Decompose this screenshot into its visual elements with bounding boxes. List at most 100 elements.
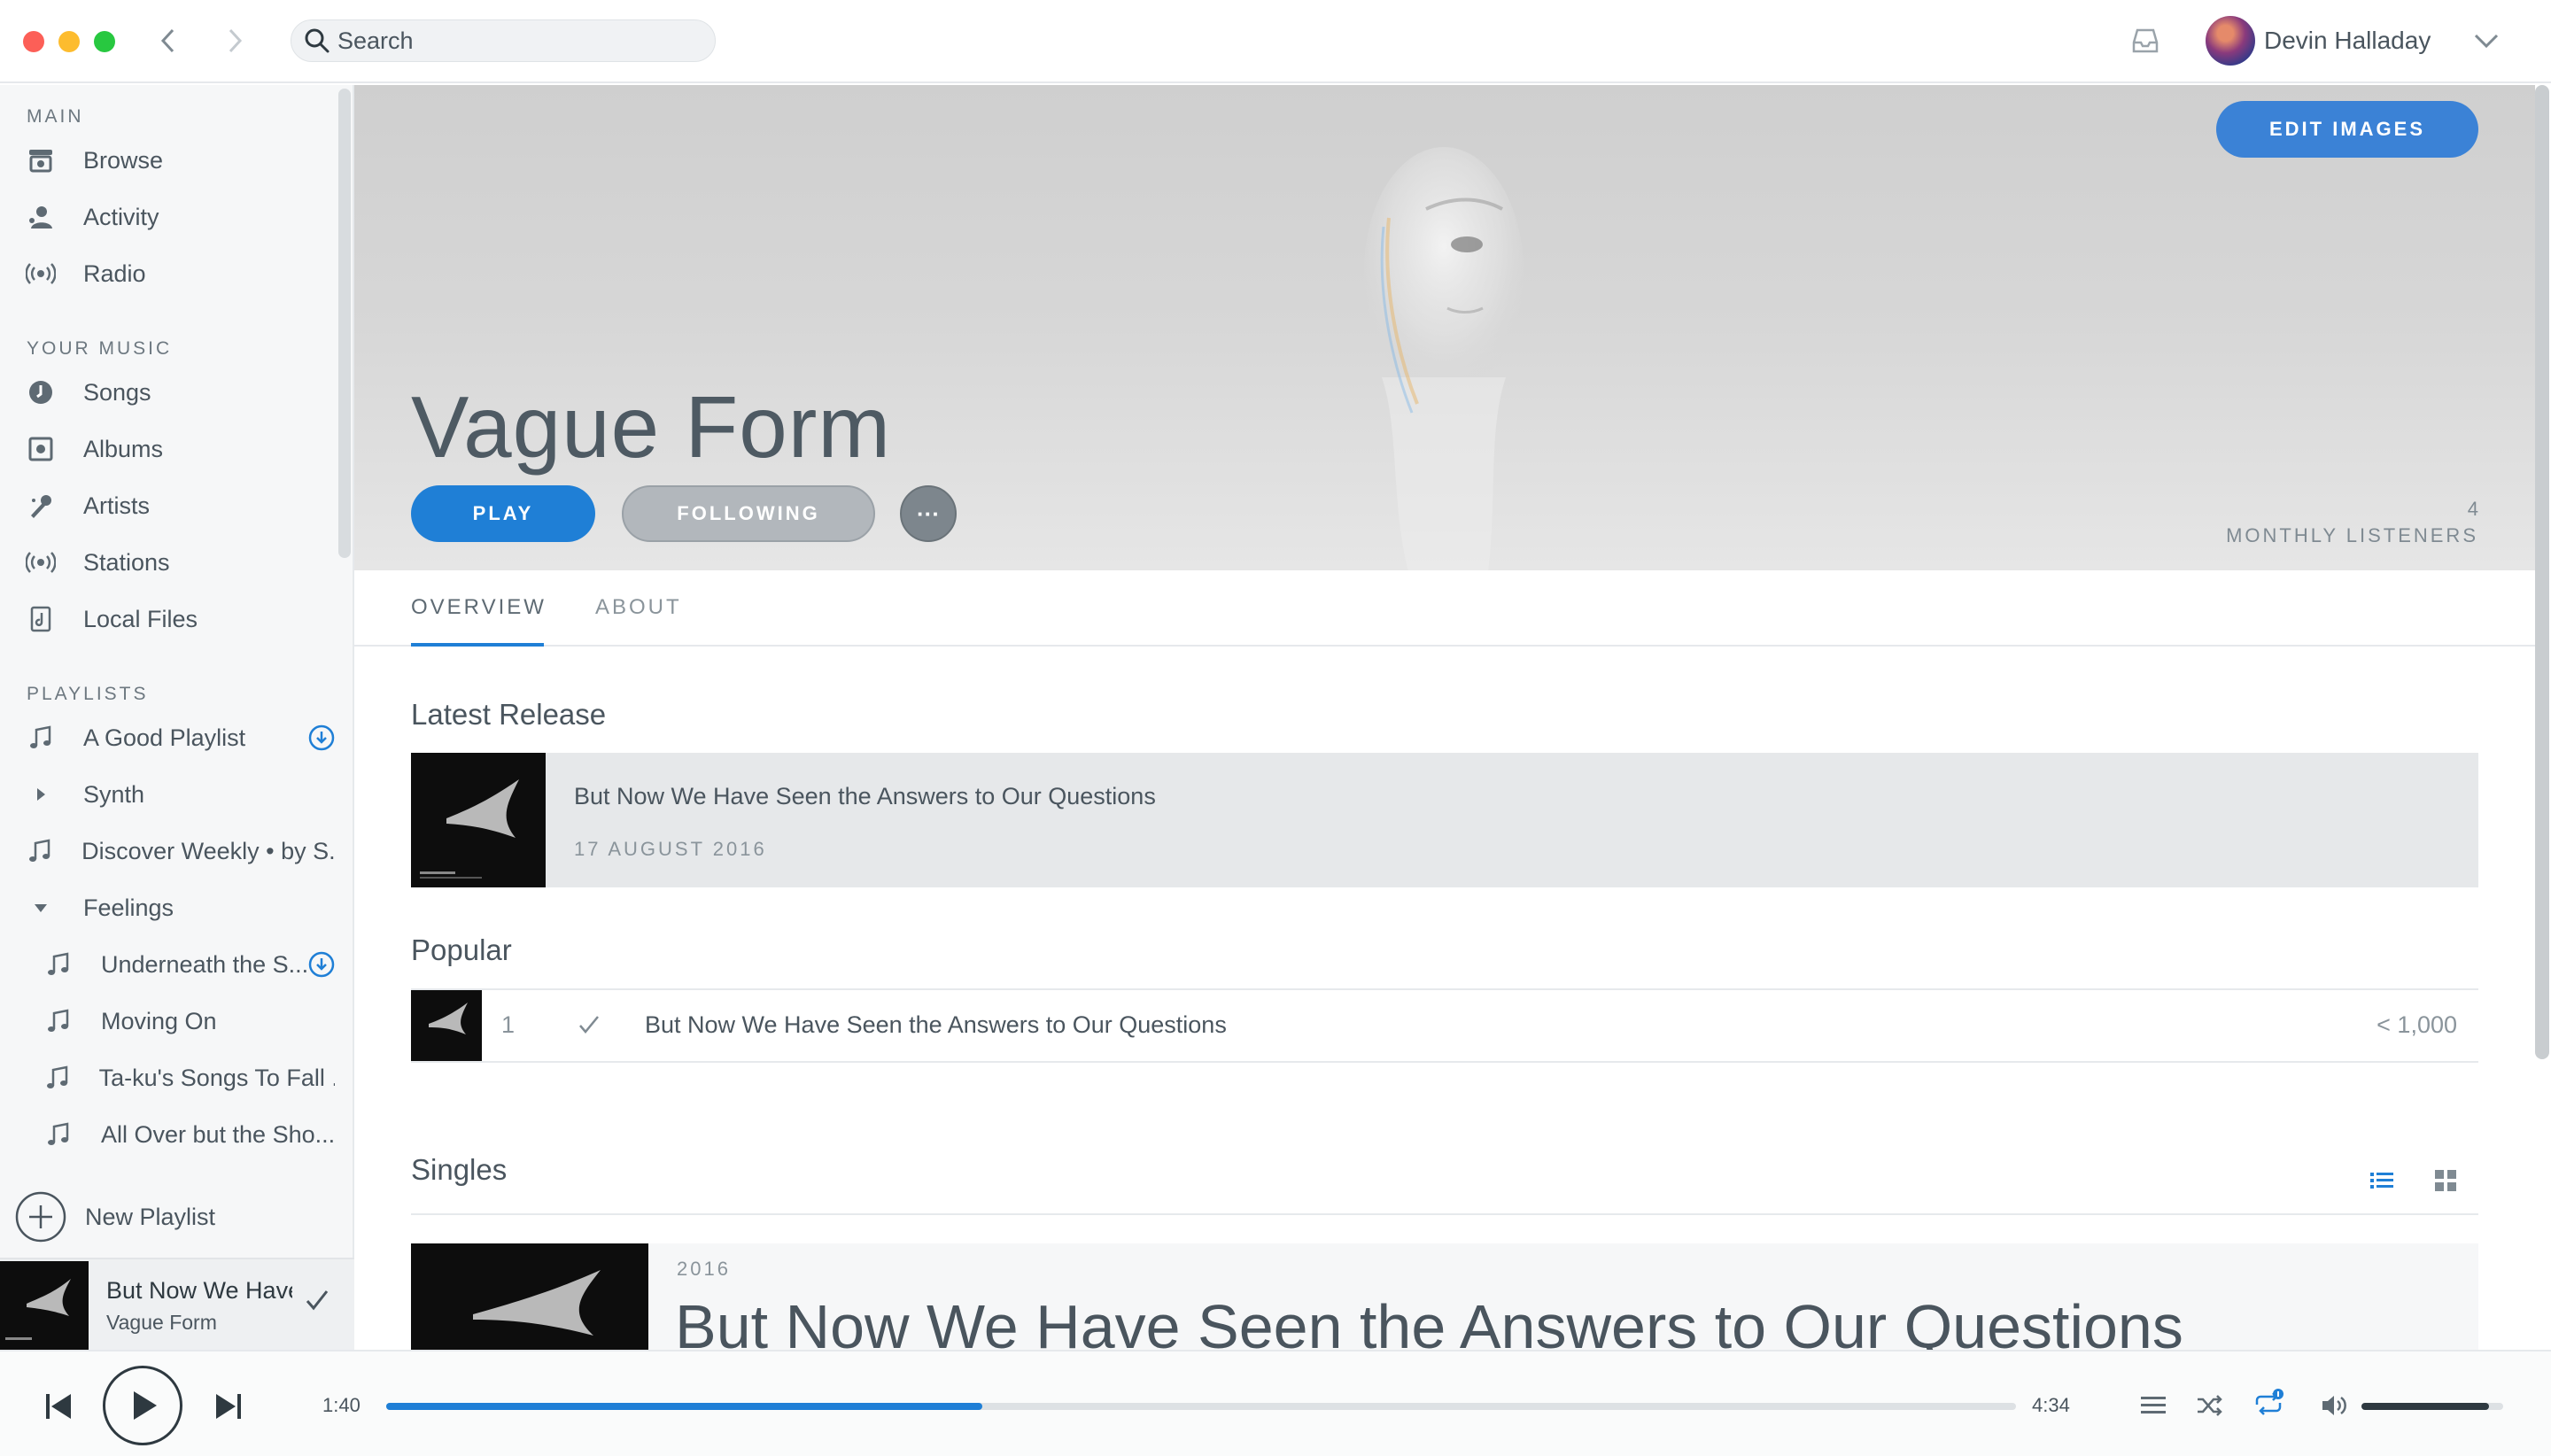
sidebar: MAIN Browse Activity Radio YOUR MUSIC So… [0, 85, 354, 1350]
checkmark-icon[interactable] [576, 1011, 602, 1038]
now-playing-widget[interactable]: But Now We Have Seen the Answers to Our … [0, 1258, 354, 1350]
sidebar-item-activity[interactable]: Activity [25, 195, 335, 239]
play-button[interactable]: PLAY [411, 485, 595, 542]
single-title[interactable]: But Now We Have Seen the Answers to Our … [675, 1291, 2183, 1350]
play-pause-button[interactable] [103, 1366, 182, 1445]
volume-slider[interactable] [2361, 1403, 2503, 1410]
browse-icon [25, 144, 57, 176]
play-icon [134, 1391, 157, 1420]
chevron-down-icon[interactable] [2473, 30, 2500, 51]
sidebar-item-stations[interactable]: Stations [25, 540, 335, 585]
singles-divider [411, 1213, 2478, 1215]
sidebar-item-label: Moving On [101, 1007, 217, 1034]
active-tab-indicator [411, 643, 544, 647]
sidebar-item-label: Songs [83, 378, 151, 406]
track-play-count: < 1,000 [2377, 1011, 2457, 1038]
sidebar-item-browse[interactable]: Browse [25, 138, 335, 182]
radio-icon [25, 258, 57, 290]
sidebar-header-playlists: PLAYLISTS [27, 684, 149, 704]
music-note-icon [43, 1119, 74, 1150]
progress-bar[interactable] [386, 1403, 2016, 1410]
popular-heading: Popular [411, 933, 512, 966]
sidebar-item-folder[interactable]: Synth [25, 772, 335, 817]
tab-about[interactable]: ABOUT [595, 595, 682, 620]
folder-collapsed-icon[interactable] [25, 778, 57, 810]
track-number: 1 [501, 1011, 516, 1038]
sidebar-item-label: Browse [83, 146, 164, 174]
search-input[interactable] [337, 27, 692, 55]
artist-tabs: OVERVIEW ABOUT [354, 570, 2535, 647]
new-playlist-button[interactable]: New Playlist [14, 1189, 351, 1243]
sidebar-item-local-files[interactable]: Local Files [25, 597, 335, 641]
track-row[interactable]: 1 But Now We Have Seen the Answers to Ou… [411, 988, 2478, 1063]
sidebar-item-playlist[interactable]: A Good Playlist [25, 716, 335, 760]
sidebar-item-folder[interactable]: Feelings [25, 886, 335, 930]
now-playing-artist[interactable]: Vague Form [106, 1311, 217, 1335]
search-icon [304, 27, 330, 54]
volume-icon[interactable] [2319, 1390, 2349, 1421]
sidebar-header-main: MAIN [27, 106, 84, 127]
progress-fill [386, 1403, 983, 1410]
following-button[interactable]: FOLLOWING [622, 485, 875, 542]
now-playing-artwork[interactable] [0, 1261, 89, 1350]
forward-button[interactable] [217, 23, 252, 58]
next-track-button[interactable] [211, 1389, 246, 1424]
tab-overview[interactable]: OVERVIEW [411, 595, 547, 620]
repeat-one-icon[interactable] [2252, 1387, 2285, 1421]
avatar[interactable] [2206, 16, 2255, 66]
track-title[interactable]: But Now We Have Seen the Answers to Our … [645, 1011, 1227, 1039]
sidebar-item-playlist[interactable]: Ta-ku's Songs To Fall ... [43, 1056, 335, 1100]
close-window-button[interactable] [23, 31, 44, 52]
single-card[interactable]: 2016 But Now We Have Seen the Answers to… [411, 1243, 2478, 1350]
main-content: EDIT IMAGES Vague Form PLAY FOLLOWING ··… [354, 85, 2535, 1350]
sidebar-item-artists[interactable]: Artists [25, 484, 335, 528]
edit-images-button[interactable]: EDIT IMAGES [2216, 101, 2478, 158]
back-button[interactable] [151, 23, 186, 58]
sidebar-item-label: Activity [83, 203, 159, 230]
folder-expanded-icon[interactable] [25, 892, 57, 924]
ellipsis-icon: ··· [917, 500, 940, 527]
now-playing-title[interactable]: But Now We Have Seen the Answers to Our … [106, 1277, 292, 1305]
user-name[interactable]: Devin Halladay [2264, 27, 2431, 55]
sidebar-item-label: Synth [83, 780, 145, 808]
plus-circle-icon [14, 1190, 67, 1243]
sidebar-scrollbar[interactable] [338, 89, 351, 558]
single-artwork[interactable] [411, 1243, 648, 1350]
latest-release-card[interactable]: But Now We Have Seen the Answers to Our … [411, 753, 2478, 887]
sidebar-item-radio[interactable]: Radio [25, 252, 335, 296]
player-bar: 1:40 4:34 [0, 1350, 2551, 1456]
sidebar-item-songs[interactable]: Songs [25, 370, 335, 414]
zoom-window-button[interactable] [94, 31, 115, 52]
sidebar-item-label: Feelings [83, 894, 174, 921]
sidebar-item-label: A Good Playlist [83, 724, 246, 751]
latest-release-artwork[interactable] [411, 753, 546, 887]
latest-release-heading: Latest Release [411, 698, 607, 731]
more-options-button[interactable]: ··· [900, 485, 957, 542]
list-view-icon[interactable] [2369, 1167, 2395, 1194]
sidebar-item-playlist[interactable]: Underneath the S... [43, 942, 335, 987]
latest-release-title[interactable]: But Now We Have Seen the Answers to Our … [574, 783, 1156, 810]
download-icon [308, 951, 335, 978]
download-icon [308, 724, 335, 751]
volume-fill [2361, 1403, 2489, 1410]
sidebar-item-label: Radio [83, 259, 146, 287]
sidebar-item-playlist[interactable]: All Over but the Sho... [43, 1112, 335, 1157]
previous-track-button[interactable] [41, 1389, 76, 1424]
music-note-icon [25, 835, 55, 867]
sidebar-item-label: Stations [83, 548, 170, 576]
main-scrollbar[interactable] [2535, 85, 2549, 1059]
sidebar-item-playlist[interactable]: Discover Weekly • by S... [25, 829, 335, 873]
queue-icon[interactable] [2138, 1390, 2168, 1421]
artists-icon [25, 490, 57, 522]
checkmark-icon[interactable] [301, 1284, 333, 1316]
search-box[interactable] [291, 19, 716, 62]
inbox-icon[interactable] [2129, 25, 2161, 57]
shuffle-icon[interactable] [2195, 1390, 2225, 1421]
new-playlist-label: New Playlist [85, 1203, 216, 1230]
sidebar-item-albums[interactable]: Albums [25, 427, 335, 471]
minimize-window-button[interactable] [58, 31, 80, 52]
sidebar-item-playlist[interactable]: Moving On [43, 999, 335, 1043]
activity-icon [25, 201, 57, 233]
chevron-left-icon [160, 28, 174, 53]
grid-view-icon[interactable] [2432, 1167, 2459, 1194]
